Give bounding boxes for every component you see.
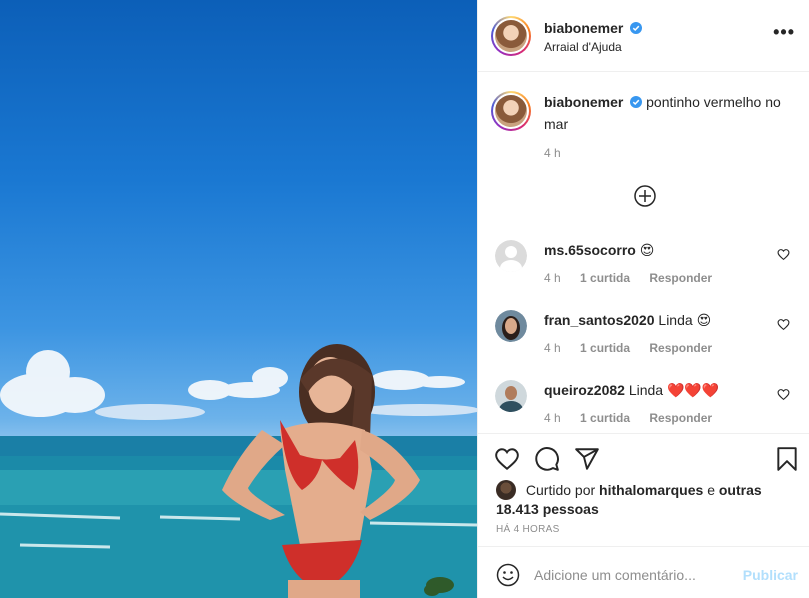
comment-text: Linda (628, 382, 664, 398)
verified-badge-icon (630, 22, 643, 34)
commenter-avatar[interactable] (495, 380, 527, 412)
comment-item: queiroz2082 Linda ❤️❤️❤️ 4 h 1 curtida R… (495, 380, 800, 430)
liker-username[interactable]: hithalomarques (599, 482, 703, 498)
commenter-username[interactable]: ms.65socorro (544, 242, 636, 258)
comment-likes[interactable]: 1 curtida (580, 411, 630, 425)
caption-text-block: biabonemer pontinho vermelho no mar (544, 91, 789, 135)
author-avatar[interactable] (491, 16, 531, 56)
commenter-username[interactable]: fran_santos2020 (544, 312, 655, 328)
commenter-avatar[interactable] (495, 310, 527, 342)
comment-emoji: ❤️❤️❤️ (666, 382, 720, 398)
post-panel: biabonemer Arraial d'Ajuda ••• biaboneme… (477, 0, 809, 598)
comment-like-heart-icon[interactable] (777, 318, 790, 331)
more-options-icon[interactable]: ••• (773, 23, 795, 41)
post-actions: Curtido por hithalomarques e outras 18.4… (478, 433, 809, 535)
comment-likes[interactable]: 1 curtida (580, 271, 630, 285)
comment-emoji: 😍 (639, 242, 655, 258)
comment-time[interactable]: 4 h (544, 271, 561, 285)
emoji-picker-icon[interactable] (496, 563, 520, 587)
comment-item: fran_santos2020 Linda 😍 4 h 1 curtida Re… (495, 310, 800, 360)
liked-by-prefix: Curtido por (525, 482, 596, 498)
liker-avatar[interactable] (496, 480, 516, 500)
caption-author-avatar[interactable] (491, 91, 531, 131)
load-more-comments-icon[interactable] (634, 185, 656, 207)
comment-bubble-icon[interactable] (534, 446, 560, 472)
author-name-row: biabonemer (544, 20, 643, 36)
like-heart-icon[interactable] (494, 446, 520, 472)
reply-button[interactable]: Responder (649, 411, 712, 425)
author-username[interactable]: biabonemer (544, 20, 623, 36)
add-comment-input[interactable] (534, 561, 734, 589)
liked-by: Curtido por hithalomarques e outras 18.4… (496, 480, 786, 519)
posted-time[interactable]: HÁ 4 HORAS (496, 524, 560, 535)
reply-button[interactable]: Responder (649, 341, 712, 355)
post-location[interactable]: Arraial d'Ajuda (544, 40, 622, 54)
comment-like-heart-icon[interactable] (777, 248, 790, 261)
post-header: biabonemer Arraial d'Ajuda ••• (478, 0, 809, 72)
comment-item: ms.65socorro 😍 4 h 1 curtida Responder (495, 240, 800, 290)
commenter-avatar[interactable] (495, 240, 527, 272)
share-send-icon[interactable] (574, 446, 600, 472)
publish-button[interactable]: Publicar (743, 567, 798, 583)
comment-like-heart-icon[interactable] (777, 388, 790, 401)
save-bookmark-icon[interactable] (774, 446, 800, 472)
post-photo[interactable] (0, 0, 477, 598)
comment-likes[interactable]: 1 curtida (580, 341, 630, 355)
commenter-username[interactable]: queiroz2082 (544, 382, 625, 398)
add-comment-bar: Publicar (478, 546, 809, 598)
reply-button[interactable]: Responder (649, 271, 712, 285)
comment-time[interactable]: 4 h (544, 341, 561, 355)
comment-time[interactable]: 4 h (544, 411, 561, 425)
comment-emoji: 😍 (696, 312, 712, 328)
liked-by-conj: e (707, 482, 715, 498)
verified-badge-icon (630, 96, 643, 108)
caption-time[interactable]: 4 h (544, 146, 561, 160)
beach-scene (0, 344, 477, 598)
caption-username[interactable]: biabonemer (544, 94, 623, 110)
comment-text: Linda (658, 312, 693, 328)
